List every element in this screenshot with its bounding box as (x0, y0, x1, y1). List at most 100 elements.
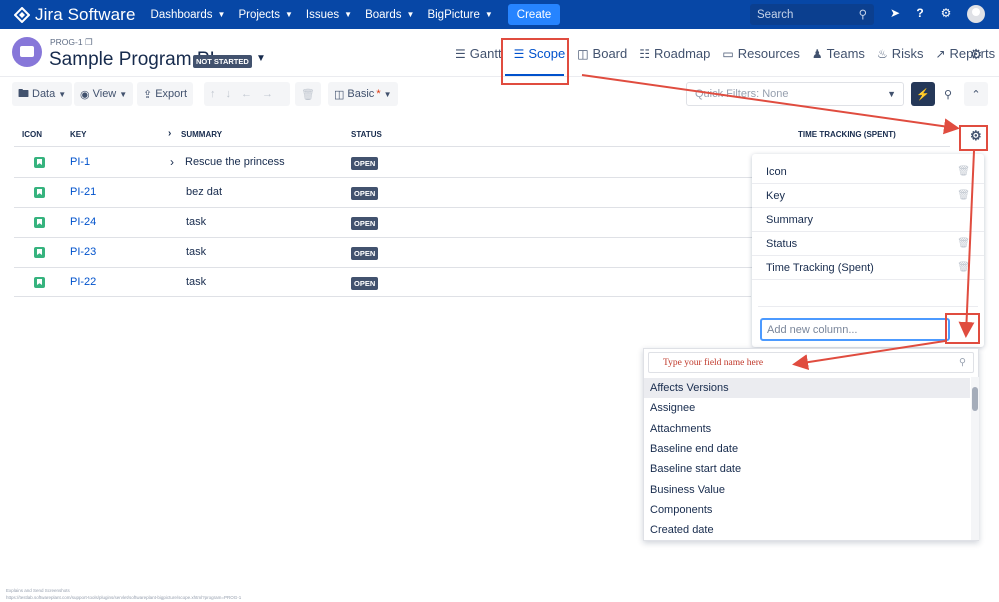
grid-search-button[interactable]: ⚲ (937, 82, 959, 106)
table-row[interactable]: PI-24 task OPEN (0, 207, 760, 237)
delete-button[interactable]: 🗑 (295, 82, 321, 106)
quick-filters-select[interactable]: Quick Filters: None ▼ (686, 82, 904, 106)
dropdown-option[interactable]: Baseline end date (644, 439, 970, 459)
expand-row-icon[interactable]: › (170, 155, 174, 169)
nav-boards[interactable]: Boards ▼ (365, 9, 414, 21)
tab-reports[interactable]: ↗ Reports (935, 46, 995, 61)
create-button[interactable]: Create (507, 4, 561, 25)
search-icon: ⚲ (858, 9, 867, 21)
dropdown-option[interactable]: Attachments (644, 419, 970, 439)
teams-icon: ♟ (811, 46, 823, 61)
column-header-time-tracking[interactable]: TIME TRACKING (SPENT) (798, 130, 896, 139)
chevron-down-icon[interactable]: ▼ (256, 53, 266, 64)
status-badge: NOT STARTED (193, 55, 252, 68)
search-icon: ⚲ (959, 357, 966, 368)
view-menu-button[interactable]: ◉ View ▼ (74, 82, 134, 106)
risks-icon: ♨ (876, 46, 888, 61)
field-search-input[interactable]: Type your field name here ⚲ (648, 352, 974, 373)
dropdown-option[interactable]: Affects Versions (644, 378, 970, 398)
trash-icon[interactable]: 🗑 (957, 238, 970, 249)
dropdown-option[interactable]: Business Value (644, 480, 970, 500)
issue-summary: bez dat (186, 186, 223, 198)
column-header-status[interactable]: STATUS (351, 130, 382, 139)
table-row[interactable]: PI-22 task OPEN (0, 267, 760, 297)
nav-dashboards[interactable]: Dashboards ▼ (151, 9, 226, 21)
status-lozenge: OPEN (351, 247, 379, 260)
move-up-icon[interactable]: ↑ (210, 88, 226, 100)
issue-key-link[interactable]: PI-22 (70, 276, 96, 288)
story-icon (34, 157, 45, 168)
nav-bigpicture[interactable]: BigPicture ▼ (427, 9, 492, 21)
data-menu-button[interactable]: 🖿 Data ▼ (12, 82, 73, 106)
search-input[interactable]: Search ⚲ (750, 4, 874, 25)
issue-key-link[interactable]: PI-1 (70, 156, 90, 168)
table-row[interactable]: PI-23 task OPEN (0, 237, 760, 267)
column-item-status[interactable]: Status 🗑 (752, 232, 984, 256)
chevron-down-icon: ▼ (285, 10, 293, 19)
flash-button[interactable]: ⚡ (911, 82, 935, 106)
issue-summary: task (186, 276, 207, 288)
copy-icon[interactable]: ❐ (85, 37, 93, 47)
issue-key-link[interactable]: PI-24 (70, 216, 96, 228)
collapse-button[interactable]: ⌃ (964, 82, 988, 106)
tab-roadmap[interactable]: ☷ Roadmap (639, 46, 710, 61)
columns-icon: ◫ (334, 88, 345, 101)
column-header-key[interactable]: KEY (70, 130, 86, 139)
export-button[interactable]: ⇪ Export (137, 82, 194, 106)
row-divider (14, 296, 751, 297)
table-row[interactable]: PI-1 › Rescue the princess OPEN (0, 147, 760, 177)
column-header-icon[interactable]: ICON (22, 130, 42, 139)
column-item-time-tracking[interactable]: Time Tracking (Spent) 🗑 (752, 256, 984, 280)
basic-view-select[interactable]: ◫ Basic * ▼ (328, 82, 398, 106)
expand-all-icon[interactable]: › (168, 128, 171, 139)
program-id[interactable]: PROG-1 ❐ (50, 37, 93, 48)
tab-risks[interactable]: ♨ Risks (877, 46, 924, 61)
dropdown-option[interactable]: Created date (644, 520, 970, 540)
dropdown-scrollbar[interactable] (971, 377, 979, 540)
tab-teams[interactable]: ♟ Teams (812, 46, 865, 61)
help-icon[interactable]: ? (912, 6, 928, 22)
trash-icon[interactable]: 🗑 (957, 262, 970, 273)
scrollbar-thumb[interactable] (972, 387, 978, 411)
app-name: Jira Software (35, 4, 136, 24)
trash-icon[interactable]: 🗑 (957, 190, 970, 201)
move-down-icon[interactable]: ↓ (226, 88, 242, 100)
jira-logo[interactable]: Jira Software (14, 5, 136, 25)
table-row[interactable]: PI-21 bez dat OPEN (0, 177, 760, 207)
tab-gantt[interactable]: ☰ Gantt (455, 46, 502, 61)
chevron-down-icon: ▼ (344, 10, 353, 19)
tab-resources[interactable]: ▭ Resources (722, 46, 799, 61)
column-item-icon[interactable]: Icon 🗑 (752, 160, 984, 184)
dropdown-option[interactable]: Baseline start date (644, 459, 970, 479)
trash-icon[interactable]: 🗑 (957, 166, 970, 177)
column-item-key[interactable]: Key 🗑 (752, 184, 984, 208)
nav-projects[interactable]: Projects ▼ (238, 9, 292, 21)
folder-icon: 🖿 (18, 87, 29, 100)
issue-key-link[interactable]: PI-21 (70, 186, 96, 198)
footer-caption: Explains and Send Screenshots (6, 588, 70, 593)
dropdown-option[interactable]: Assignee (644, 398, 970, 418)
nav-issues[interactable]: Issues ▼ (306, 9, 352, 21)
story-icon (34, 277, 45, 288)
gear-icon[interactable]: ⚙ (938, 6, 954, 22)
move-arrows-group: ↑ ↓ ← → (204, 82, 290, 106)
megaphone-icon[interactable]: ➤ (887, 6, 903, 22)
chevron-down-icon: ▼ (484, 10, 493, 19)
chevron-down-icon: ▼ (383, 89, 392, 99)
tab-board[interactable]: ◫ Board (577, 46, 627, 61)
story-icon (34, 187, 45, 198)
chevron-down-icon: ▼ (217, 10, 226, 19)
status-lozenge: OPEN (351, 217, 379, 230)
issue-key-link[interactable]: PI-23 (70, 246, 96, 258)
dropdown-option[interactable]: Components (644, 500, 970, 520)
settings-gear-icon[interactable]: ⚙ (968, 46, 984, 62)
add-column-input[interactable]: Add new column... (760, 318, 950, 341)
user-avatar[interactable] (967, 5, 985, 23)
issue-summary: task (186, 216, 207, 228)
column-item-summary[interactable]: Summary (752, 208, 984, 232)
indent-icon[interactable]: → (262, 88, 283, 100)
chevron-down-icon: ▼ (887, 89, 896, 99)
outdent-icon[interactable]: ← (241, 88, 262, 100)
resources-icon: ▭ (722, 46, 734, 61)
column-header-summary[interactable]: SUMMARY (181, 130, 222, 139)
